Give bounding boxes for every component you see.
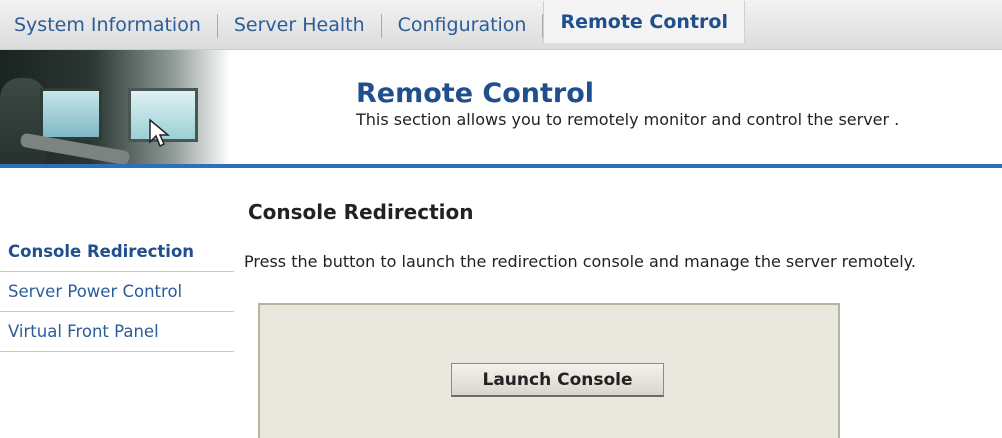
page-title: Console Redirection	[248, 200, 474, 224]
mouse-pointer-icon	[149, 118, 170, 148]
sidebar-item-console-redirection[interactable]: Console Redirection	[0, 232, 234, 272]
tab-server-health[interactable]: Server Health	[218, 0, 381, 50]
banner-subtitle: This section allows you to remotely moni…	[356, 110, 900, 129]
top-tab-bar: System Information Server Health Configu…	[0, 0, 1002, 50]
launch-console-button[interactable]: Launch Console	[451, 363, 664, 397]
sidebar-nav: Console Redirection Server Power Control…	[0, 232, 234, 352]
tab-system-information[interactable]: System Information	[0, 0, 217, 50]
section-description: Press the button to launch the redirecti…	[244, 252, 916, 271]
banner-divider	[0, 164, 1002, 168]
banner-image	[0, 50, 230, 164]
tab-configuration[interactable]: Configuration	[382, 0, 543, 50]
sidebar-item-server-power-control[interactable]: Server Power Control	[0, 272, 234, 312]
banner-title: Remote Control	[356, 78, 595, 109]
tab-remote-control[interactable]: Remote Control	[543, 0, 745, 43]
monitor-left	[40, 88, 102, 140]
sidebar-item-virtual-front-panel[interactable]: Virtual Front Panel	[0, 312, 234, 352]
